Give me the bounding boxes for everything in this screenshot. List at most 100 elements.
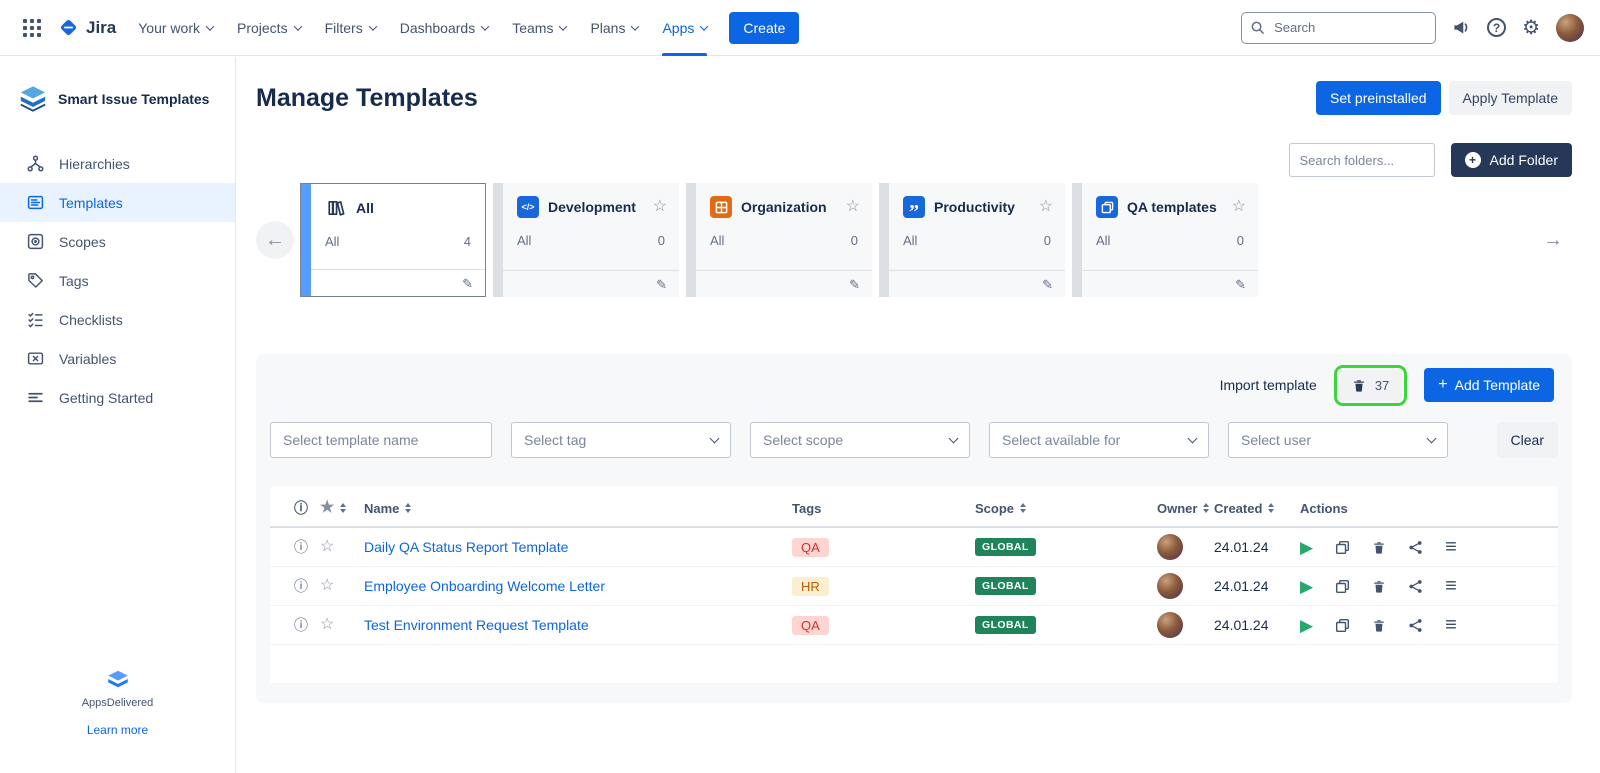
header-owner[interactable]: Owner [1157,501,1214,516]
templates-icon [27,194,44,211]
apply-play-icon[interactable]: ▶ [1300,539,1313,556]
help-icon[interactable]: ? [1487,18,1506,37]
user-filter-select[interactable]: Select user [1228,422,1448,458]
app-switcher-icon[interactable] [16,12,48,44]
delete-trash-icon[interactable] [1372,540,1386,555]
import-template-button[interactable]: Import template [1220,377,1317,393]
search-icon [1250,20,1265,40]
favorite-star-icon[interactable]: ☆ [1232,199,1246,215]
share-icon[interactable] [1408,579,1423,594]
user-avatar[interactable] [1556,14,1584,42]
sort-icon[interactable] [340,503,346,513]
nav-dashboards[interactable]: Dashboards [400,0,489,56]
folder-count: 0 [1044,233,1051,248]
chevron-down-icon [559,22,567,30]
jira-logo[interactable]: Jira [58,17,116,38]
copy-icon[interactable] [1335,540,1350,555]
favorite-column-icon[interactable]: ★ [320,500,334,516]
carousel-left-arrow-icon[interactable]: ← [256,221,294,259]
sort-icon [405,503,411,513]
row-menu-icon[interactable]: ≡ [1445,615,1457,635]
template-name-link[interactable]: Employee Onboarding Welcome Letter [364,578,605,594]
header-created[interactable]: Created [1214,501,1300,516]
main-content: Manage Templates Set preinstalled Apply … [237,57,1600,773]
nav-projects[interactable]: Projects [237,0,301,56]
nav-filters[interactable]: Filters [325,0,376,56]
edit-folder-icon[interactable]: ✎ [1042,278,1053,291]
apply-template-button[interactable]: Apply Template [1449,81,1572,115]
sidebar-item-getting-started[interactable]: Getting Started [0,378,235,417]
favorite-star-icon[interactable]: ☆ [320,578,334,594]
apply-play-icon[interactable]: ▶ [1300,617,1313,634]
sidebar-item-tags[interactable]: Tags [0,261,235,300]
share-icon[interactable] [1408,540,1423,555]
carousel-right-arrow-icon[interactable]: → [1534,221,1572,259]
getting-started-icon [27,389,44,406]
header-scope[interactable]: Scope [975,501,1157,516]
add-template-button[interactable]: + Add Template [1424,368,1554,402]
create-button[interactable]: Create [729,12,799,44]
template-name-input[interactable] [283,432,479,448]
bulk-trash-button[interactable]: 37 [1339,370,1402,401]
folder-count: 0 [851,233,858,248]
info-icon[interactable]: ⓘ [294,579,308,593]
clear-filters-button[interactable]: Clear [1497,422,1558,458]
tag-filter-select[interactable]: Select tag [511,422,731,458]
delete-trash-icon[interactable] [1372,579,1386,594]
folder-card-all[interactable]: All All 4 ✎ [300,183,486,297]
share-icon[interactable] [1408,618,1423,633]
info-icon[interactable]: ⓘ [294,540,308,554]
template-name-link[interactable]: Test Environment Request Template [364,617,589,633]
edit-folder-icon[interactable]: ✎ [849,278,860,291]
folder-card-qa-templates[interactable]: QA templates ☆ All 0 ✎ [1072,183,1258,297]
owner-avatar[interactable] [1157,573,1183,599]
chevron-down-icon [206,22,214,30]
settings-gear-icon[interactable]: ⚙ [1522,18,1540,38]
chevron-down-icon [1427,434,1437,444]
edit-folder-icon[interactable]: ✎ [656,278,667,291]
favorite-star-icon[interactable]: ☆ [320,539,334,555]
sidebar-item-templates[interactable]: Templates [0,183,235,222]
sidebar-item-checklists[interactable]: Checklists [0,300,235,339]
edit-folder-icon[interactable]: ✎ [462,277,473,290]
variables-icon [27,350,44,367]
learn-more-link[interactable]: Learn more [87,723,148,737]
copy-icon[interactable] [1335,579,1350,594]
copy-icon[interactable] [1335,618,1350,633]
folder-card-productivity[interactable]: ” Productivity ☆ All 0 ✎ [879,183,1065,297]
folder-card-organization[interactable]: Organization ☆ All 0 ✎ [686,183,872,297]
folder-count: 4 [464,234,471,249]
info-icon[interactable]: ⓘ [294,618,308,632]
search-input[interactable] [1241,12,1436,44]
announcement-icon[interactable] [1452,18,1471,37]
nav-apps[interactable]: Apps [662,0,707,56]
apply-play-icon[interactable]: ▶ [1300,578,1313,595]
nav-teams[interactable]: Teams [512,0,566,56]
set-preinstalled-button[interactable]: Set preinstalled [1316,81,1441,115]
favorite-star-icon[interactable]: ☆ [653,199,667,215]
row-menu-icon[interactable]: ≡ [1445,537,1457,557]
scope-badge: GLOBAL [975,616,1036,634]
favorite-star-icon[interactable]: ☆ [1039,199,1053,215]
folder-card-development[interactable]: </> Development ☆ All 0 ✎ [493,183,679,297]
add-folder-button[interactable]: + Add Folder [1451,143,1572,177]
edit-folder-icon[interactable]: ✎ [1235,278,1246,291]
sidebar-item-variables[interactable]: Variables [0,339,235,378]
template-name-link[interactable]: Daily QA Status Report Template [364,539,568,555]
delete-trash-icon[interactable] [1372,618,1386,633]
favorite-star-icon[interactable]: ☆ [320,617,334,633]
search-folders-input[interactable] [1289,143,1435,177]
owner-avatar[interactable] [1157,534,1183,560]
header-name[interactable]: Name [364,501,792,516]
table-row: ⓘ ☆ Test Environment Request Template QA… [270,606,1558,645]
available-for-filter-select[interactable]: Select available for [989,422,1209,458]
owner-avatar[interactable] [1157,612,1183,638]
row-menu-icon[interactable]: ≡ [1445,576,1457,596]
nav-plans[interactable]: Plans [590,0,638,56]
scope-filter-select[interactable]: Select scope [750,422,970,458]
nav-your-work[interactable]: Your work [138,0,213,56]
template-name-filter[interactable] [270,422,492,458]
sidebar-item-hierarchies[interactable]: Hierarchies [0,144,235,183]
favorite-star-icon[interactable]: ☆ [846,199,860,215]
sidebar-item-scopes[interactable]: Scopes [0,222,235,261]
